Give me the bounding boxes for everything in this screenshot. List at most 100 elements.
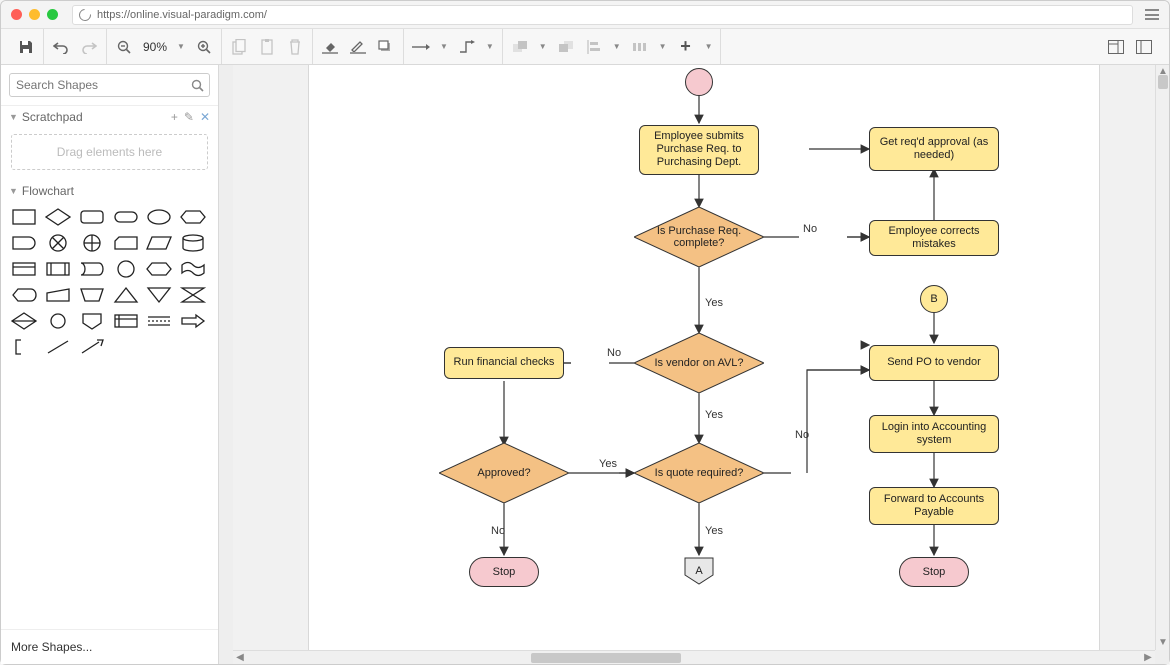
url-bar[interactable]: https://online.visual-paradigm.com/ [72, 5, 1133, 25]
shape-line[interactable] [45, 338, 71, 356]
undo-icon[interactable] [52, 38, 70, 56]
decision-approved[interactable]: Approved? [439, 443, 569, 503]
zoom-level[interactable]: 90% [143, 40, 167, 54]
process-submit[interactable]: Employee submits Purchase Req. to Purcha… [639, 125, 759, 175]
shape-display[interactable] [11, 286, 37, 304]
copy-icon[interactable] [230, 38, 248, 56]
shape-collate[interactable] [180, 286, 206, 304]
process-sendpo[interactable]: Send PO to vendor [869, 345, 999, 381]
zoom-out-icon[interactable] [115, 38, 133, 56]
decision-quote[interactable]: Is quote required? [634, 443, 764, 503]
flowchart-header[interactable]: ▼ Flowchart [1, 180, 218, 202]
shape-sort[interactable] [11, 312, 37, 330]
shape-rounded[interactable] [79, 208, 105, 226]
search-icon[interactable] [191, 79, 204, 95]
shape-predefined[interactable] [45, 260, 71, 278]
add-icon[interactable]: + [677, 38, 695, 56]
save-icon[interactable] [17, 38, 35, 56]
search-input[interactable] [9, 73, 210, 97]
delete-icon[interactable] [286, 38, 304, 56]
diagram-paper[interactable]: Employee submits Purchase Req. to Purcha… [309, 65, 1099, 664]
shape-manual-input[interactable] [45, 286, 71, 304]
scratchpad-add-icon[interactable]: + [171, 110, 178, 124]
vertical-scrollbar[interactable]: ▲▼ [1155, 65, 1169, 650]
connector-style-icon[interactable] [412, 38, 430, 56]
shape-arrow[interactable] [180, 312, 206, 330]
redo-icon[interactable] [80, 38, 98, 56]
canvas-area[interactable]: Employee submits Purchase Req. to Purcha… [219, 65, 1169, 664]
shape-circle[interactable] [113, 260, 139, 278]
minimize-window-icon[interactable] [29, 9, 40, 20]
shape-arrow-line[interactable] [79, 338, 105, 356]
shape-offpage[interactable] [79, 312, 105, 330]
shape-sumjunction[interactable] [45, 234, 71, 252]
collapse-icon[interactable]: ▼ [9, 186, 18, 196]
shape-parallel[interactable] [146, 312, 172, 330]
terminator-stop2[interactable]: Stop [899, 557, 969, 587]
scratchpad-header[interactable]: ▼ Scratchpad + ✎ ✕ [1, 106, 218, 128]
shape-extract[interactable] [113, 286, 139, 304]
shape-database[interactable] [180, 234, 206, 252]
format-panel-icon[interactable] [1107, 38, 1125, 56]
shape-merge[interactable] [146, 286, 172, 304]
shape-card[interactable] [113, 234, 139, 252]
scratchpad-edit-icon[interactable]: ✎ [184, 110, 194, 124]
terminator-stop1[interactable]: Stop [469, 557, 539, 587]
scroll-down-icon[interactable]: ▼ [1156, 636, 1169, 650]
shape-data[interactable] [146, 234, 172, 252]
distribute-icon[interactable] [631, 38, 649, 56]
scroll-right-icon[interactable]: ▶ [1141, 651, 1155, 664]
scroll-thumb[interactable] [531, 653, 681, 663]
shape-or[interactable] [79, 234, 105, 252]
horizontal-scrollbar[interactable]: ◀▶ [233, 650, 1155, 664]
outline-panel-icon[interactable] [1135, 38, 1153, 56]
align-icon[interactable] [585, 38, 603, 56]
process-login[interactable]: Login into Accounting system [869, 415, 999, 453]
connector-dd-icon[interactable]: ▼ [440, 42, 448, 51]
shape-ellipse[interactable] [146, 208, 172, 226]
close-window-icon[interactable] [11, 9, 22, 20]
shape-manual-op[interactable] [79, 286, 105, 304]
offpage-a[interactable]: A [684, 557, 714, 585]
waypoint-icon[interactable] [458, 38, 476, 56]
decision-complete[interactable]: Is Purchase Req. complete? [634, 207, 764, 267]
scroll-left-icon[interactable]: ◀ [233, 651, 247, 664]
process-correct[interactable]: Employee corrects mistakes [869, 220, 999, 256]
process-fincheck[interactable]: Run financial checks [444, 347, 564, 379]
reload-icon[interactable] [77, 6, 94, 23]
shape-terminal[interactable] [113, 208, 139, 226]
add-dd-icon[interactable]: ▼ [705, 42, 713, 51]
shape-annotation[interactable] [11, 338, 37, 356]
fill-color-icon[interactable] [321, 38, 339, 56]
collapse-icon[interactable]: ▼ [9, 112, 18, 122]
waypoint-dd-icon[interactable]: ▼ [486, 42, 494, 51]
shadow-icon[interactable] [377, 38, 395, 56]
shape-loop[interactable] [146, 260, 172, 278]
shape-storeddata[interactable] [79, 260, 105, 278]
zoom-dropdown-icon[interactable]: ▼ [177, 42, 185, 51]
line-color-icon[interactable] [349, 38, 367, 56]
to-back-icon[interactable] [557, 38, 575, 56]
shape-hexagon[interactable] [180, 208, 206, 226]
shape-diamond[interactable] [45, 208, 71, 226]
shape-rect[interactable] [11, 208, 37, 226]
shape-delay[interactable] [11, 234, 37, 252]
process-approval[interactable]: Get req'd approval (as needed) [869, 127, 999, 171]
shape-internal-storage[interactable] [113, 312, 139, 330]
scroll-thumb[interactable] [1158, 75, 1168, 89]
connector-b[interactable]: B [920, 285, 948, 313]
shape-connector[interactable] [45, 312, 71, 330]
more-shapes-link[interactable]: More Shapes... [1, 629, 218, 664]
start-node[interactable] [685, 68, 713, 96]
shape-tape[interactable] [180, 260, 206, 278]
scratchpad-dropzone[interactable]: Drag elements here [11, 134, 208, 170]
hamburger-menu-icon[interactable] [1145, 9, 1159, 20]
shape-process2[interactable] [11, 260, 37, 278]
zoom-in-icon[interactable] [195, 38, 213, 56]
to-front-icon[interactable] [511, 38, 529, 56]
maximize-window-icon[interactable] [47, 9, 58, 20]
paste-icon[interactable] [258, 38, 276, 56]
decision-avl[interactable]: Is vendor on AVL? [634, 333, 764, 393]
scratchpad-close-icon[interactable]: ✕ [200, 110, 210, 124]
process-forward[interactable]: Forward to Accounts Payable [869, 487, 999, 525]
